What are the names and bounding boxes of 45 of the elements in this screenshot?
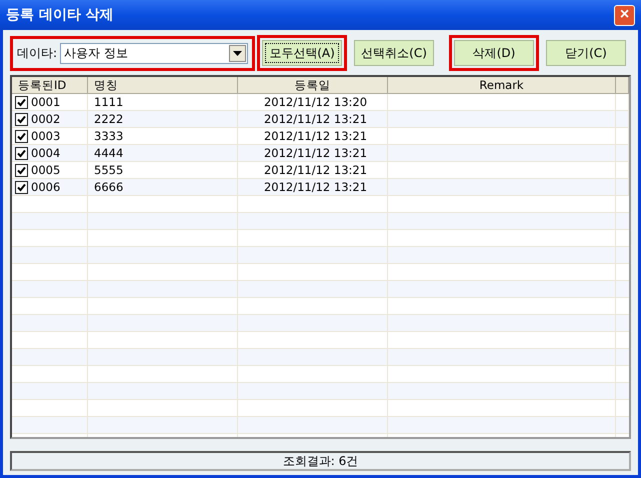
table-cell: 0003 <box>31 129 60 143</box>
table-cell: 0005 <box>31 163 60 177</box>
data-select[interactable]: 사용자 정보 <box>60 42 248 64</box>
toolbar-button[interactable]: 삭제(D) <box>454 40 534 66</box>
table-row[interactable]: 0006 6666 2012/11/12 13:21 <box>12 179 629 196</box>
table-row[interactable]: 0004 4444 2012/11/12 13:21 <box>12 145 629 162</box>
table-cell: 2222 <box>94 112 124 126</box>
header-filler <box>616 77 629 94</box>
table-cell: 3333 <box>94 129 124 143</box>
checkbox[interactable] <box>15 130 28 142</box>
data-label: 데이타: <box>17 44 58 62</box>
toolbar-button[interactable]: 모두선택(A) <box>262 40 342 66</box>
column-header[interactable]: 등록일 <box>238 77 388 94</box>
table-cell: 2012/11/12 13:21 <box>264 129 368 143</box>
checkbox[interactable] <box>15 112 28 126</box>
checkbox[interactable] <box>15 146 28 160</box>
status-bar: 조회결과: 6건 <box>10 451 631 471</box>
window-title: 등록 데이타 삭제 <box>6 6 114 24</box>
table-cell: 2012/11/12 13:20 <box>264 95 368 109</box>
table-cell: 5555 <box>94 163 124 177</box>
table-cell: 2012/11/12 13:21 <box>264 163 368 177</box>
toolbar-button[interactable]: 닫기(C) <box>546 40 626 66</box>
dropdown-icon[interactable] <box>229 44 246 62</box>
table-cell: 2012/11/12 13:21 <box>264 180 368 194</box>
checkbox[interactable] <box>15 180 28 194</box>
table-cell: 6666 <box>94 180 124 194</box>
table-cell: 1111 <box>94 95 124 109</box>
table-cell: 0001 <box>31 95 60 109</box>
table-row[interactable]: 0001 1111 2012/11/12 13:20 <box>12 94 629 111</box>
table-row[interactable]: 0005 5555 2012/11/12 13:21 <box>12 162 629 179</box>
toolbar-button[interactable]: 선택취소(C) <box>354 40 434 66</box>
checkbox[interactable] <box>15 96 28 108</box>
table-row[interactable]: 0002 2222 2012/11/12 13:21 <box>12 111 629 128</box>
column-header[interactable]: 등록된ID <box>12 77 88 94</box>
table-cell: 4444 <box>94 146 124 160</box>
table-row[interactable]: 0003 3333 2012/11/12 13:21 <box>12 128 629 145</box>
table-cell: 0002 <box>31 112 60 126</box>
table-cell: 0006 <box>31 180 60 194</box>
column-header[interactable]: 명칭 <box>88 77 238 94</box>
close-button[interactable]: × <box>614 4 635 26</box>
table-cell: 0004 <box>31 146 60 160</box>
column-header[interactable]: Remark <box>388 77 616 94</box>
checkbox[interactable] <box>15 164 28 176</box>
table-cell: 2012/11/12 13:21 <box>264 146 368 160</box>
table-cell: 2012/11/12 13:21 <box>264 112 368 126</box>
